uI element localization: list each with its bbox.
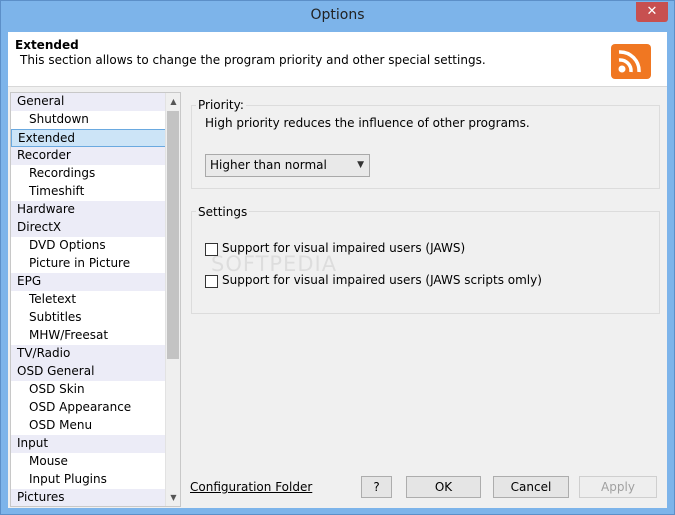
nav-item-epg[interactable]: EPG — [11, 273, 166, 291]
close-button[interactable]: ✕ — [636, 2, 668, 22]
section-description: This section allows to change the progra… — [20, 53, 486, 67]
help-button[interactable]: ? — [361, 476, 392, 498]
category-tree[interactable]: General Shutdown Extended Recorder Recording… — [10, 92, 181, 507]
nav-item-extended[interactable]: Extended — [11, 129, 166, 147]
configuration-folder-link[interactable]: Configuration Folder — [190, 480, 312, 494]
nav-item-dvd-options[interactable]: DVD Options — [11, 237, 166, 255]
priority-group-label: Priority: — [196, 98, 246, 112]
nav-item-hardware[interactable]: Hardware — [11, 201, 166, 219]
nav-item-input-plugins[interactable]: Input Plugins — [11, 471, 166, 489]
nav-item-timeshift[interactable]: Timeshift — [11, 183, 166, 201]
jaws-checkbox-label[interactable]: Support for visual impaired users (JAWS) — [222, 241, 465, 255]
nav-item-mhw-freesat[interactable]: MHW/Freesat — [11, 327, 166, 345]
nav-item-picture-in-picture[interactable]: Picture in Picture — [11, 255, 166, 273]
cancel-button[interactable]: Cancel — [493, 476, 569, 498]
apply-button[interactable]: Apply — [579, 476, 657, 498]
nav-item-osd-skin[interactable]: OSD Skin — [11, 381, 166, 399]
nav-item-shutdown[interactable]: Shutdown — [11, 111, 166, 129]
nav-scrollbar[interactable]: ▲ ▼ — [165, 93, 180, 506]
nav-item-mouse[interactable]: Mouse — [11, 453, 166, 471]
priority-description: High priority reduces the influence of o… — [205, 116, 530, 130]
priority-dropdown[interactable]: Higher than normal ▼ — [205, 154, 370, 177]
title-bar[interactable]: Options ✕ — [1, 1, 674, 32]
chevron-down-icon: ▼ — [357, 160, 364, 170]
nav-item-recorder[interactable]: Recorder — [11, 147, 166, 165]
settings-group-label: Settings — [196, 205, 250, 219]
rss-feed-icon — [611, 44, 651, 79]
nav-item-teletext[interactable]: Teletext — [11, 291, 166, 309]
nav-item-general[interactable]: General — [11, 93, 166, 111]
section-title: Extended — [15, 38, 79, 52]
nav-item-osd-general[interactable]: OSD General — [11, 363, 166, 381]
nav-item-pictures[interactable]: Pictures — [11, 489, 166, 506]
nav-item-input[interactable]: Input — [11, 435, 166, 453]
section-header: Extended This section allows to change t… — [8, 32, 667, 87]
nav-item-osd-appearance[interactable]: OSD Appearance — [11, 399, 166, 417]
nav-item-tv-radio[interactable]: TV/Radio — [11, 345, 166, 363]
jaws-checkbox[interactable] — [205, 243, 218, 256]
window-title: Options — [310, 7, 365, 23]
dialog-client: Extended This section allows to change t… — [8, 32, 667, 508]
options-window: Options ✕ Extended This section allows t… — [0, 0, 675, 515]
jaws-scripts-checkbox-label[interactable]: Support for visual impaired users (JAWS … — [222, 273, 542, 287]
scroll-up-arrow-icon[interactable]: ▲ — [166, 93, 180, 110]
nav-item-osd-menu[interactable]: OSD Menu — [11, 417, 166, 435]
priority-selected-value: Higher than normal — [210, 158, 327, 172]
scroll-down-arrow-icon[interactable]: ▼ — [166, 489, 180, 506]
scroll-thumb[interactable] — [167, 111, 179, 359]
nav-item-directx[interactable]: DirectX — [11, 219, 166, 237]
ok-button[interactable]: OK — [406, 476, 481, 498]
nav-item-recordings[interactable]: Recordings — [11, 165, 166, 183]
jaws-scripts-checkbox[interactable] — [205, 275, 218, 288]
nav-item-subtitles[interactable]: Subtitles — [11, 309, 166, 327]
